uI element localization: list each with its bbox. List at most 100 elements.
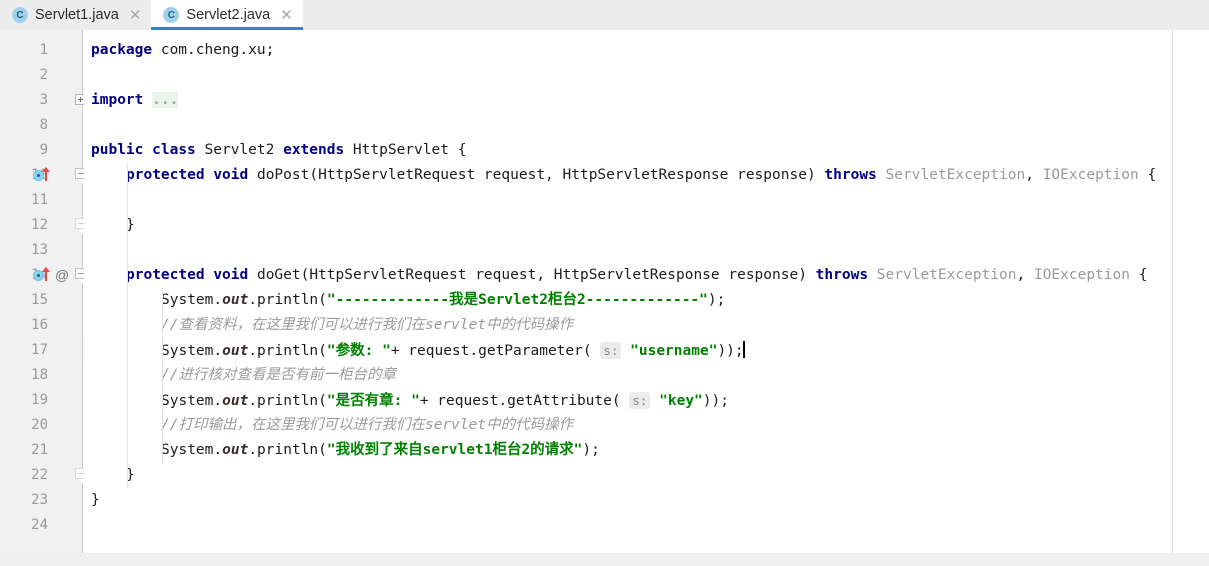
line-number: 16: [31, 317, 48, 333]
code-token-cmt: //查看资料，在这里我们可以进行我们在servlet中的代码操作: [161, 317, 574, 333]
code-token-gry: IOException: [1033, 267, 1130, 283]
code-token-kw: public: [91, 142, 144, 158]
line-number: 15: [31, 292, 48, 308]
line-number: 3: [39, 92, 48, 108]
code-token-kw: protected: [126, 167, 205, 183]
code-line[interactable]: protected void doPost(HttpServletRequest…: [126, 163, 1156, 188]
override-arrow-icon: [42, 167, 50, 181]
code-token-plain: .println(: [248, 292, 327, 308]
code-token-plain: .println(: [248, 343, 327, 359]
close-icon[interactable]: ✕: [280, 8, 293, 23]
code-token-cmt: //进行核对查看是否有前一柜台的章: [161, 367, 396, 383]
code-token-gry: ServletException: [876, 267, 1017, 283]
code-token-kw: throws: [824, 167, 877, 183]
code-line[interactable]: import ...: [91, 88, 179, 113]
code-token-plain: ,: [1025, 167, 1043, 183]
editor-tab-label: Servlet2.java: [186, 7, 271, 23]
code-token-plain: System.: [161, 393, 223, 409]
line-number: 13: [31, 242, 48, 258]
code-token-plain: System.: [161, 343, 223, 359]
bottom-strip: [0, 553, 1209, 566]
code-line[interactable]: System.out.println("是否有章: "+ request.get…: [161, 388, 729, 413]
right-margin-guide: [1172, 30, 1173, 553]
editor-tab-bar: C Servlet1.java ✕ C Servlet2.java ✕: [0, 0, 1209, 31]
override-arrow-icon: [42, 267, 50, 281]
line-number: 24: [31, 517, 48, 533]
code-line[interactable]: //打印输出，在这里我们可以进行我们在servlet中的代码操作: [161, 413, 573, 438]
editor-tab-servlet1-java[interactable]: C Servlet1.java ✕: [0, 0, 152, 30]
code-token-gry: IOException: [1042, 167, 1139, 183]
code-token-cmt: //打印输出，在这里我们可以进行我们在servlet中的代码操作: [161, 417, 574, 433]
code-token-hint: s:: [600, 342, 622, 359]
text-caret: [742, 341, 745, 358]
code-token-plain: );: [582, 442, 600, 458]
code-token-plain: ,: [1016, 267, 1034, 283]
java-class-icon: C: [12, 7, 28, 23]
code-line[interactable]: //查看资料，在这里我们可以进行我们在servlet中的代码操作: [161, 313, 573, 338]
code-token-str: "参数: ": [326, 343, 391, 359]
code-token-plain: }: [91, 492, 100, 508]
code-token-plain: ));: [702, 393, 729, 409]
code-token-str: "-------------我是Servlet2柜台2-------------…: [326, 292, 708, 308]
line-number: 17: [31, 342, 48, 358]
java-class-icon: C: [163, 7, 180, 23]
line-number: 2: [39, 67, 48, 83]
code-token-stat: out: [222, 442, 249, 458]
editor-gutter[interactable]: 123891011121314@15161718192021222324: [0, 30, 88, 553]
code-token-kw: protected: [126, 267, 205, 283]
code-token-stat: out: [222, 343, 249, 359]
code-token-fld: ...: [152, 92, 179, 108]
code-token-gry: ServletException: [885, 167, 1026, 183]
annotation-marker-icon[interactable]: @: [55, 263, 69, 288]
code-token-plain: .println(: [248, 442, 327, 458]
override-method-icon[interactable]: [33, 263, 55, 288]
line-number: 20: [31, 417, 48, 433]
code-token-kw: void: [213, 167, 249, 183]
code-line[interactable]: System.out.println("参数: "+ request.getPa…: [161, 338, 745, 363]
code-line[interactable]: protected void doGet(HttpServletRequest …: [126, 263, 1147, 288]
code-token-plain: doPost(HttpServletRequest request, HttpS…: [248, 167, 825, 183]
code-token-plain: + request.getParameter(: [390, 343, 601, 359]
code-line[interactable]: }: [91, 488, 100, 513]
line-number: 9: [39, 142, 48, 158]
code-token-str: "是否有章: ": [326, 393, 420, 409]
code-line[interactable]: public class Servlet2 extends HttpServle…: [91, 138, 466, 163]
line-number: 18: [31, 367, 48, 383]
code-token-kw: void: [213, 267, 249, 283]
code-line[interactable]: System.out.println("-------------我是Servl…: [161, 288, 725, 313]
close-icon[interactable]: ✕: [129, 8, 142, 23]
line-number: 19: [31, 392, 48, 408]
code-token-plain: .println(: [248, 393, 327, 409]
code-token-str: "username": [630, 343, 718, 359]
code-text-area[interactable]: package com.cheng.xu; import ... public cl…: [84, 30, 1209, 553]
editor-tab-label: Servlet1.java: [35, 7, 119, 23]
code-token-stat: out: [222, 292, 249, 308]
code-token-plain: ));: [717, 343, 744, 359]
code-token-str: "key": [659, 393, 703, 409]
code-token-plain: + request.getAttribute(: [419, 393, 630, 409]
indent-guide: [127, 263, 128, 488]
line-number: 8: [39, 117, 48, 133]
code-token-plain: doGet(HttpServletRequest request, HttpSe…: [248, 267, 816, 283]
indent-guide: [162, 288, 163, 463]
code-line[interactable]: System.out.println("我收到了来自servlet1柜台2的请求…: [161, 438, 600, 463]
override-method-icon[interactable]: [33, 163, 55, 188]
code-line[interactable]: package com.cheng.xu;: [91, 38, 274, 63]
code-token-plain: Servlet2: [195, 142, 284, 158]
line-number: 21: [31, 442, 48, 458]
code-line[interactable]: //进行核对查看是否有前一柜台的章: [161, 363, 396, 388]
code-token-hint: s:: [629, 392, 651, 409]
code-token-kw: package: [91, 42, 153, 58]
code-token-str: "我收到了来自servlet1柜台2的请求": [326, 442, 583, 458]
code-token-plain: {: [1129, 267, 1148, 283]
editor-tab-servlet2-java[interactable]: C Servlet2.java ✕: [151, 0, 304, 30]
line-number: 12: [31, 217, 48, 233]
code-editor[interactable]: 123891011121314@15161718192021222324 pac…: [0, 30, 1209, 553]
line-number: 22: [31, 467, 48, 483]
code-token-kw: throws: [815, 267, 869, 283]
